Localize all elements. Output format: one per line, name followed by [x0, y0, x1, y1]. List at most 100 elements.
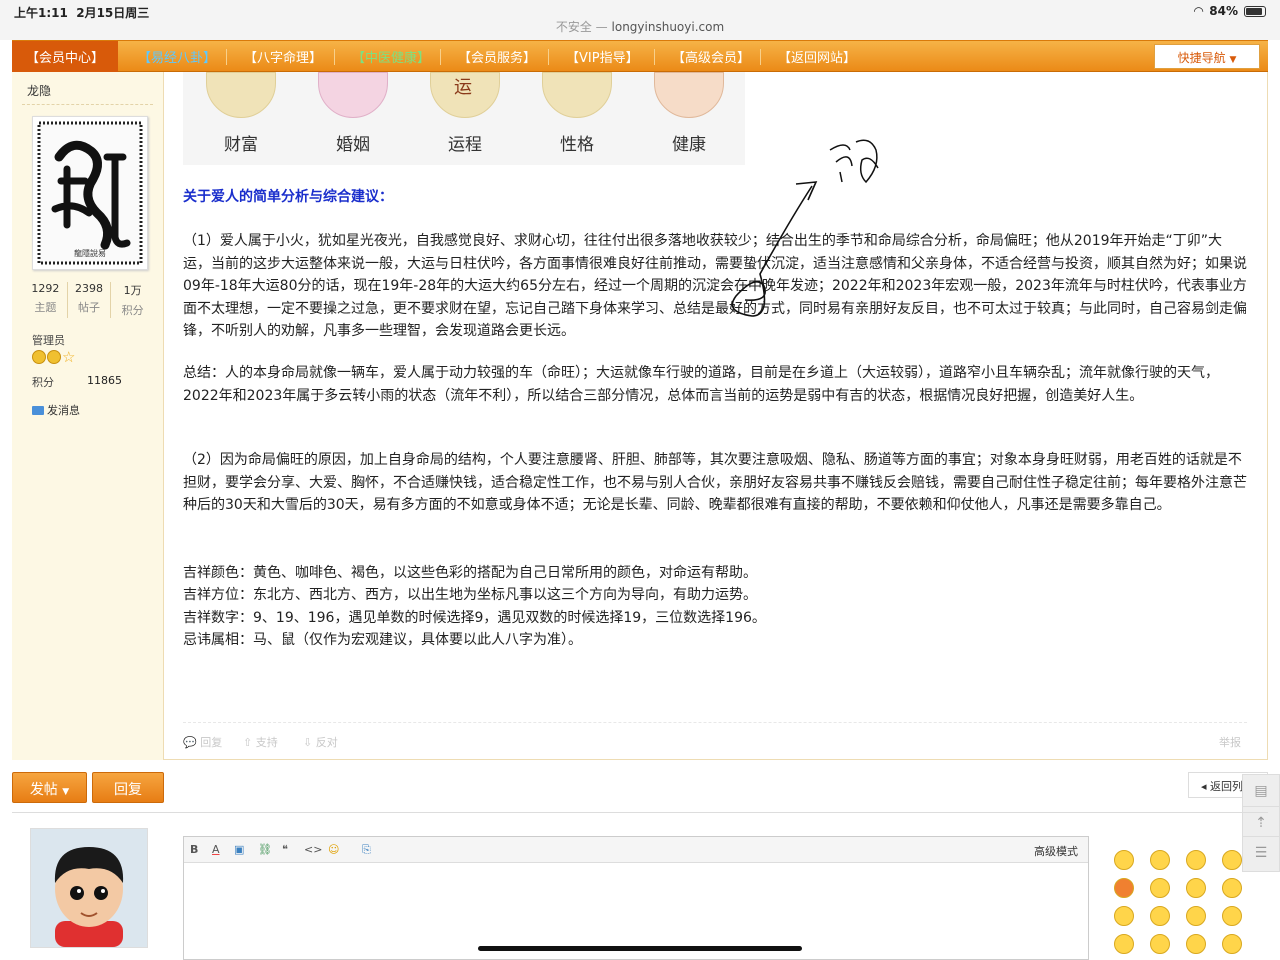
- fortune-seal-icon: 运: [430, 72, 500, 118]
- lucky-numbers: 吉祥数字：9、19、196，遇见单数的时候选择9，遇见双数的时候选择19，三位数…: [183, 610, 766, 626]
- chevron-left-icon: ◂: [1201, 780, 1207, 793]
- angry-emoji-icon[interactable]: [1114, 878, 1134, 898]
- address-bar[interactable]: 不安全 — longyinshuoyi.com: [0, 18, 1280, 35]
- main-nav: 【会员中心】 【易经八卦】 【八字命理】 【中医健康】 【会员服务】 【VIP指…: [12, 40, 1268, 72]
- post-actions: 💬 回复 ⇧ 支持 ⇩ 反对 举报: [183, 722, 1247, 758]
- thumb-up-icon: ⇧: [243, 736, 253, 749]
- stat-threads[interactable]: 1292 主题: [24, 282, 68, 318]
- gold-ingot-icon: [206, 72, 276, 118]
- nav-item-member-center[interactable]: 【会员中心】: [12, 41, 118, 72]
- font-color-icon[interactable]: A: [212, 843, 220, 856]
- sad-emoji-icon[interactable]: [1150, 850, 1170, 870]
- status-right: ◠ 84%: [1194, 4, 1266, 18]
- cry-emoji-icon[interactable]: [1186, 906, 1206, 926]
- bold-icon[interactable]: B: [190, 843, 198, 856]
- category-marriage[interactable]: 婚姻: [313, 72, 393, 155]
- author-name[interactable]: 龙隐: [27, 82, 51, 99]
- nav-item-tcm[interactable]: 【中医健康】: [352, 47, 430, 66]
- smile-emoji-icon[interactable]: [1114, 850, 1134, 870]
- category-health[interactable]: 健康: [649, 72, 729, 155]
- link-icon[interactable]: ⛓: [258, 843, 272, 856]
- quick-reply-icon[interactable]: ▤: [1242, 774, 1280, 810]
- nav-item-service[interactable]: 【会员服务】: [458, 47, 536, 66]
- battery-icon: [1244, 5, 1266, 17]
- grimace-emoji-icon[interactable]: [1222, 934, 1242, 954]
- sun-medal-icon: [47, 350, 61, 364]
- nav-item-yijing[interactable]: 【易经八卦】: [138, 47, 216, 66]
- smiley-icon[interactable]: ☺: [328, 843, 339, 856]
- rank-medals: ☆: [32, 348, 76, 366]
- oppose-action[interactable]: ⇩ 反对: [303, 734, 338, 750]
- laugh-emoji-icon[interactable]: [1222, 850, 1242, 870]
- paragraph-analysis: （1）爱人属于小火，犹如星光夜光，自我感觉良好、求财心切，往往付出很多落地收获较…: [183, 233, 1247, 340]
- quote-icon[interactable]: ❝: [282, 843, 288, 856]
- current-user-avatar[interactable]: [30, 828, 148, 948]
- mad-emoji-icon[interactable]: [1150, 934, 1170, 954]
- svg-text:龍隱說易: 龍隱說易: [74, 248, 106, 258]
- stat-posts[interactable]: 2398 帖子: [68, 282, 112, 318]
- chevron-down-icon: ▼: [62, 787, 70, 797]
- cartoon-boy-icon: [31, 829, 147, 947]
- lucky-colors: 吉祥颜色：黄色、咖啡色、褐色，以这些色彩的搭配为自己日常所用的颜色，对命运有帮助…: [183, 565, 757, 581]
- seal-logo-icon: 龍隱說易: [37, 121, 143, 265]
- shock-emoji-icon[interactable]: [1150, 878, 1170, 898]
- teeth-emoji-icon[interactable]: [1222, 906, 1242, 926]
- grin-emoji-icon[interactable]: [1186, 850, 1206, 870]
- battery-percent: 84%: [1209, 4, 1238, 18]
- nav-item-back-site[interactable]: 【返回网站】: [778, 47, 856, 66]
- scales-icon: [542, 72, 612, 118]
- nav-item-bazi[interactable]: 【八字命理】: [244, 47, 322, 66]
- envelope-icon: [32, 405, 44, 415]
- surprise-emoji-icon[interactable]: [1186, 878, 1206, 898]
- author-stats: 1292 主题 2398 帖子 1万 积分: [24, 282, 154, 318]
- device-status-bar: 上午1:11 2月15日周三 不安全 — longyinshuoyi.com ◠…: [0, 0, 1280, 40]
- category-icon-strip: 财富 婚姻 运运程 性格 健康: [183, 72, 745, 165]
- support-action[interactable]: ⇧ 支持: [243, 734, 278, 750]
- reply-textarea[interactable]: [184, 863, 1088, 959]
- attachment-icon[interactable]: ⎘: [362, 843, 371, 857]
- paragraph-summary: 总结：人的本身命局就像一辆车，爱人属于动力较强的车（命旺）；大运就像车行驶的道路…: [183, 365, 1219, 404]
- star-icon: ☆: [62, 348, 76, 366]
- category-fortune[interactable]: 运运程: [425, 72, 505, 155]
- nav-item-senior[interactable]: 【高级会员】: [672, 47, 750, 66]
- reply-action[interactable]: 💬 回复: [183, 734, 222, 750]
- sun-medal-icon: [32, 350, 46, 364]
- post-frame: [12, 72, 1268, 760]
- nav-item-vip[interactable]: 【VIP指导】: [566, 47, 639, 66]
- wifi-icon: ◠: [1194, 4, 1204, 18]
- quick-nav-button[interactable]: 快捷导航 ▼: [1154, 44, 1260, 69]
- tongue-emoji-icon[interactable]: [1150, 906, 1170, 926]
- emoji-grid: [1114, 850, 1250, 954]
- chevron-down-icon: ▼: [1229, 55, 1237, 65]
- send-message-link[interactable]: 发消息: [32, 402, 80, 418]
- url-text: longyinshuoyi.com: [611, 20, 725, 34]
- report-action[interactable]: 举报: [1219, 734, 1241, 750]
- paragraph-advice: （2）因为命局偏旺的原因，加上自身命局的结构，个人要注意腰肾、肝胆、肺部等，其次…: [183, 452, 1247, 514]
- author-role: 管理员: [32, 334, 65, 347]
- comment-icon: 💬: [183, 736, 197, 749]
- category-wealth[interactable]: 财富: [201, 72, 281, 155]
- lucky-directions: 吉祥方位：东北方、西北方、西方，以出生地为坐标凡事以这三个方向为导向，有助力运势…: [183, 587, 757, 603]
- happy-emoji-icon[interactable]: [1114, 934, 1134, 954]
- home-indicator: [478, 946, 802, 951]
- sweat-emoji-icon[interactable]: [1186, 934, 1206, 954]
- category-character[interactable]: 性格: [537, 72, 617, 155]
- reply-button[interactable]: 回复: [92, 772, 164, 803]
- author-avatar[interactable]: 龍隱說易: [32, 116, 148, 270]
- stat-points[interactable]: 1万 积分: [111, 282, 154, 318]
- author-points: 积分 11865: [32, 374, 122, 389]
- advanced-mode-link[interactable]: 高级模式: [1034, 843, 1078, 859]
- image-icon[interactable]: ▣: [234, 843, 244, 856]
- blossom-tree-icon: [318, 72, 388, 118]
- wink-emoji-icon[interactable]: [1114, 906, 1134, 926]
- editor-toolbar: B A ▣ ⛓ ❝ <> ☺ ⎘ 高级模式: [184, 837, 1088, 863]
- thumb-down-icon: ⇩: [303, 736, 313, 749]
- reply-editor: B A ▣ ⛓ ❝ <> ☺ ⎘ 高级模式: [183, 836, 1089, 960]
- author-sidebar: 龙隐 龍隱說易 1292 主题 2398 帖子 1万 积分 管理员 ☆ 积分 11865…: [12, 72, 164, 760]
- avoid-zodiac: 忌讳属相：马、鼠（仅作为宏观建议，具体要以此人八字为准）。: [183, 632, 582, 648]
- new-post-button[interactable]: 发帖 ▼: [12, 772, 87, 803]
- code-icon[interactable]: <>: [304, 843, 322, 856]
- cool-emoji-icon[interactable]: [1222, 878, 1242, 898]
- section-title: 关于爱人的简单分析与综合建议：: [183, 189, 393, 205]
- meditation-icon: [654, 72, 724, 118]
